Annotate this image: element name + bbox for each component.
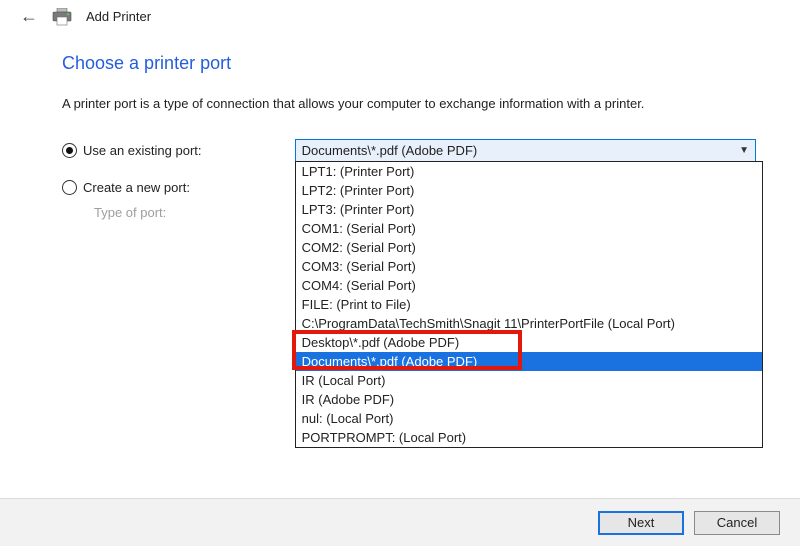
port-option[interactable]: LPT1: (Printer Port) [296,162,762,181]
port-option[interactable]: FILE: (Print to File) [296,295,762,314]
port-option[interactable]: C:\ProgramData\TechSmith\Snagit 11\Print… [296,314,762,333]
port-option[interactable]: IR (Local Port) [296,371,762,390]
port-option[interactable]: LPT3: (Printer Port) [296,200,762,219]
radio-create-port[interactable] [62,180,77,195]
radio-existing-port-label: Use an existing port: [83,143,202,158]
radio-existing-port[interactable] [62,143,77,158]
port-option[interactable]: Documents\*.pdf (Adobe PDF) [296,352,762,371]
port-dropdown[interactable]: Documents\*.pdf (Adobe PDF) ▼ [295,139,756,162]
window-title: Add Printer [86,9,151,24]
page-description: A printer port is a type of connection t… [62,96,756,111]
chevron-down-icon: ▼ [739,145,749,156]
cancel-button[interactable]: Cancel [694,511,780,535]
port-option[interactable]: PORTPROMPT: (Local Port) [296,428,762,447]
wizard-content: Choose a printer port A printer port is … [0,35,800,220]
port-option[interactable]: COM4: (Serial Port) [296,276,762,295]
port-dropdown-selected: Documents\*.pdf (Adobe PDF) [302,143,478,158]
wizard-footer: Next Cancel [0,498,800,546]
port-option[interactable]: COM1: (Serial Port) [296,219,762,238]
port-dropdown-list[interactable]: LPT1: (Printer Port)LPT2: (Printer Port)… [295,161,763,448]
port-option[interactable]: COM2: (Serial Port) [296,238,762,257]
radio-create-port-label: Create a new port: [83,180,190,195]
back-arrow-icon[interactable]: ← [20,6,38,27]
page-heading: Choose a printer port [62,53,756,74]
port-option[interactable]: COM3: (Serial Port) [296,257,762,276]
port-option[interactable]: nul: (Local Port) [296,409,762,428]
row-existing-port: Use an existing port: Documents\*.pdf (A… [62,139,756,162]
port-option[interactable]: Desktop\*.pdf (Adobe PDF) [296,333,762,352]
type-of-port-label: Type of port: [94,205,298,220]
next-button[interactable]: Next [598,511,684,535]
printer-icon [52,8,72,26]
port-option[interactable]: IR (Adobe PDF) [296,390,762,409]
port-option[interactable]: LPT2: (Printer Port) [296,181,762,200]
titlebar: ← Add Printer [0,0,800,35]
